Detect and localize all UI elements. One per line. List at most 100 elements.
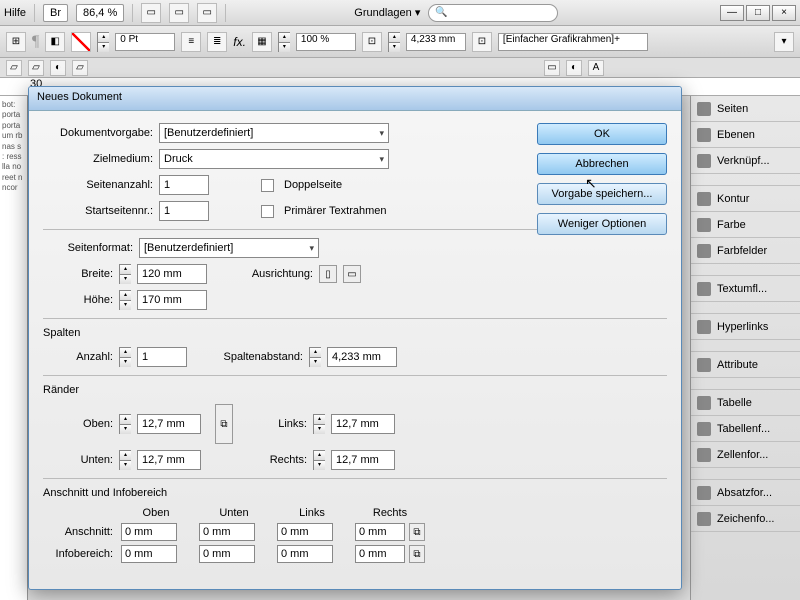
format-select[interactable]: [Benutzerdefiniert] xyxy=(139,238,319,258)
intent-select[interactable]: Druck xyxy=(159,149,389,169)
margin-bottom-input[interactable]: 12,7 mm xyxy=(137,450,201,470)
preset-select[interactable]: [Benutzerdefiniert] xyxy=(159,123,389,143)
panel-absatzformate[interactable]: Absatzfor... xyxy=(691,480,800,506)
link-slug-icon[interactable]: ⧉ xyxy=(409,545,425,563)
wrap-icon[interactable]: ▦ xyxy=(252,32,272,52)
panel-ebenen[interactable]: Ebenen xyxy=(691,122,800,148)
bleed-left[interactable]: 0 mm xyxy=(277,523,333,541)
width-input[interactable]: 120 mm xyxy=(137,264,207,284)
panel-farbfelder[interactable]: Farbfelder xyxy=(691,238,800,264)
control-panel: ⊞ ¶ ◧ ▴▾ 0 Pt ≡ ≣ fx. ▦ ▴▾ 100 % ⊡ ▴▾ 4,… xyxy=(0,26,800,58)
panel-seiten[interactable]: Seiten xyxy=(691,96,800,122)
startpage-input[interactable]: 1 xyxy=(159,201,209,221)
tool-icon[interactable]: ▱ xyxy=(28,60,44,76)
fx-icon[interactable]: fx. xyxy=(233,35,246,49)
panel-tabelle[interactable]: Tabelle xyxy=(691,390,800,416)
slug-bottom[interactable]: 0 mm xyxy=(199,545,255,563)
tool-icon[interactable]: ◐ xyxy=(50,60,66,76)
col-count-spinner[interactable]: ▴▾ xyxy=(119,347,131,367)
workspace-switcher[interactable]: Grundlagen ▾ xyxy=(354,6,420,19)
color-icon xyxy=(697,218,711,232)
tool-icon[interactable]: ◐ xyxy=(566,60,582,76)
close-button[interactable]: × xyxy=(772,5,796,21)
primary-label: Primärer Textrahmen xyxy=(284,205,387,217)
arrange-icon[interactable]: ▭ xyxy=(197,3,217,23)
panel-zeichenformate[interactable]: Zeichenfo... xyxy=(691,506,800,532)
portrait-icon[interactable]: ▯ xyxy=(319,265,337,283)
width-spinner[interactable]: ▴▾ xyxy=(119,264,131,284)
slug-label: Infobereich: xyxy=(43,548,113,560)
preset-label: Dokumentvorgabe: xyxy=(43,127,153,139)
bridge-icon[interactable]: Br xyxy=(43,4,68,22)
document-preview: bot: porta porta um rb nas s : ress lla … xyxy=(0,96,28,600)
margin-top-input[interactable]: 12,7 mm xyxy=(137,414,201,434)
stroke-icon[interactable] xyxy=(71,32,91,52)
height-spinner[interactable]: ▴▾ xyxy=(119,290,131,310)
balance-icon[interactable]: ≡ xyxy=(181,32,201,52)
margin-top-label: Oben: xyxy=(43,418,113,430)
table-icon xyxy=(697,396,711,410)
bleed-top[interactable]: 0 mm xyxy=(121,523,177,541)
bleed-bottom[interactable]: 0 mm xyxy=(199,523,255,541)
search-input[interactable]: 🔍 xyxy=(428,4,558,22)
panel-tabellenformate[interactable]: Tabellenf... xyxy=(691,416,800,442)
panel-menu-icon[interactable]: ▾ xyxy=(774,32,794,52)
maximize-button[interactable]: □ xyxy=(746,5,770,21)
tool-icon[interactable]: ▱ xyxy=(72,60,88,76)
slug-top[interactable]: 0 mm xyxy=(121,545,177,563)
crop-icon[interactable]: ⊡ xyxy=(362,32,382,52)
screen-mode-icon[interactable]: ▭ xyxy=(169,3,189,23)
opacity-spinner[interactable]: ▴▾ xyxy=(278,32,290,52)
ok-button[interactable]: OK xyxy=(537,123,667,145)
panel-verknuepfungen[interactable]: Verknüpf... xyxy=(691,148,800,174)
width-spinner[interactable]: ▴▾ xyxy=(388,32,400,52)
panel-zellenformate[interactable]: Zellenfor... xyxy=(691,442,800,468)
fewer-options-button[interactable]: Weniger Optionen xyxy=(537,213,667,235)
gutter-spinner[interactable]: ▴▾ xyxy=(309,347,321,367)
align-icon[interactable]: ≣ xyxy=(207,32,227,52)
col-count-input[interactable]: 1 xyxy=(137,347,187,367)
primary-checkbox[interactable] xyxy=(261,205,274,218)
opacity-value[interactable]: 100 % xyxy=(296,33,356,51)
view-options-icon[interactable]: ▭ xyxy=(141,3,161,23)
panel-hyperlinks[interactable]: Hyperlinks xyxy=(691,314,800,340)
object-style[interactable]: [Einfacher Grafikrahmen]+ xyxy=(498,33,648,51)
intent-label: Zielmedium: xyxy=(43,153,153,165)
panel-textumfluss[interactable]: Textumfl... xyxy=(691,276,800,302)
gutter-input[interactable]: 4,233 mm xyxy=(327,347,397,367)
paragraph-style-icon[interactable]: ¶ xyxy=(32,33,39,51)
tool-icon[interactable]: A xyxy=(588,60,604,76)
stroke-spinner[interactable]: ▴▾ xyxy=(97,32,109,52)
margin-right-input[interactable]: 12,7 mm xyxy=(331,450,395,470)
pages-input[interactable]: 1 xyxy=(159,175,209,195)
link-bleed-icon[interactable]: ⧉ xyxy=(409,523,425,541)
bleed-right[interactable]: 0 mm xyxy=(355,523,405,541)
panel-attribute[interactable]: Attribute xyxy=(691,352,800,378)
margin-left-input[interactable]: 12,7 mm xyxy=(331,414,395,434)
link-margins-icon[interactable]: ⧉ xyxy=(215,404,233,444)
minimize-button[interactable]: — xyxy=(720,5,744,21)
facing-label: Doppelseite xyxy=(284,179,342,191)
fill-icon[interactable]: ◧ xyxy=(45,32,65,52)
stroke-icon xyxy=(697,192,711,206)
app-menubar: Hilfe Br 86,4 % ▭ ▭ ▭ Grundlagen ▾ 🔍 — □… xyxy=(0,0,800,26)
slug-left[interactable]: 0 mm xyxy=(277,545,333,563)
height-input[interactable]: 170 mm xyxy=(137,290,207,310)
tool-icon[interactable]: ▭ xyxy=(544,60,560,76)
stroke-weight[interactable]: 0 Pt xyxy=(115,33,175,51)
cancel-button[interactable]: Abbrechen xyxy=(537,153,667,175)
landscape-icon[interactable]: ▭ xyxy=(343,265,361,283)
panel-kontur[interactable]: Kontur xyxy=(691,186,800,212)
tool-icon[interactable]: ▱ xyxy=(6,60,22,76)
format-label: Seitenformat: xyxy=(43,242,133,254)
facing-checkbox[interactable] xyxy=(261,179,274,192)
help-menu[interactable]: Hilfe xyxy=(4,7,26,19)
frame-type-icon[interactable]: ⊡ xyxy=(472,32,492,52)
anchor-icon[interactable]: ⊞ xyxy=(6,32,26,52)
save-preset-button[interactable]: Vorgabe speichern... xyxy=(537,183,667,205)
slug-right[interactable]: 0 mm xyxy=(355,545,405,563)
zoom-level[interactable]: 86,4 % xyxy=(76,4,124,22)
hyperlinks-icon xyxy=(697,320,711,334)
panel-farbe[interactable]: Farbe xyxy=(691,212,800,238)
width-value[interactable]: 4,233 mm xyxy=(406,33,466,51)
